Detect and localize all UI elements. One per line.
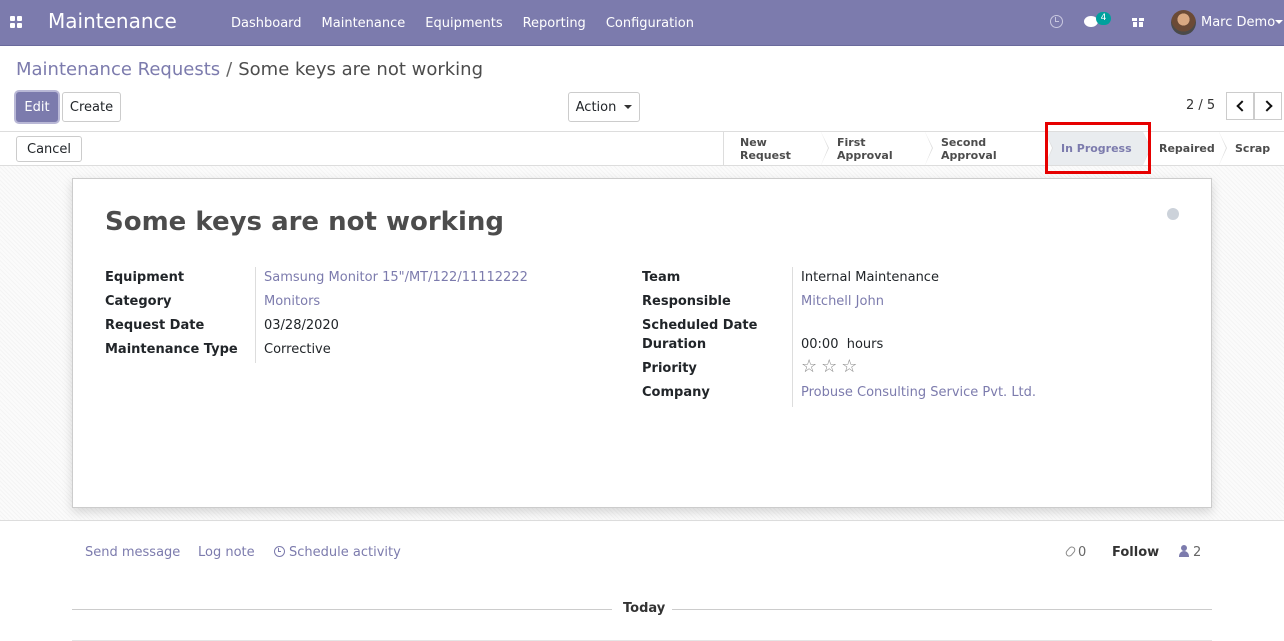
attachments-button[interactable]: 0: [1064, 545, 1087, 560]
form-sheet: Some keys are not working Equipment Sams…: [72, 178, 1212, 508]
field-label: Scheduled Date: [642, 318, 758, 333]
priority-stars: ☆ ☆ ☆: [801, 358, 857, 376]
schedule-activity-button[interactable]: Schedule activity: [274, 545, 401, 560]
stage-scrap[interactable]: Scrap: [1219, 132, 1284, 165]
maintenance-type-value: Corrective: [264, 342, 331, 357]
breadcrumb-separator: /: [226, 59, 233, 80]
user-icon: [1179, 545, 1189, 557]
field-label: Request Date: [105, 318, 205, 333]
pager-next-button[interactable]: [1254, 92, 1282, 120]
field-scheduled-date: Scheduled Date: [642, 315, 1182, 334]
record-title: Some keys are not working: [105, 207, 505, 237]
stage-new-request[interactable]: New Request: [724, 132, 829, 165]
send-message-button[interactable]: Send message: [85, 545, 180, 560]
field-team: Team Internal Maintenance: [642, 267, 1182, 291]
menu-item-configuration[interactable]: Configuration: [596, 16, 704, 31]
chevron-left-icon: [1235, 100, 1248, 112]
activity-clock-icon[interactable]: [1050, 15, 1063, 28]
responsible-link[interactable]: Mitchell John: [801, 294, 884, 309]
duration-unit: hours: [846, 337, 884, 352]
field-label: Company: [642, 385, 710, 400]
clock-icon: [274, 546, 285, 557]
field-label: Maintenance Type: [105, 342, 238, 357]
field-label: Equipment: [105, 270, 185, 285]
attachments-count: 0: [1078, 545, 1087, 560]
stage-first-approval[interactable]: First Approval: [821, 132, 933, 165]
create-button[interactable]: Create: [62, 92, 121, 122]
apps-menu-icon[interactable]: [10, 16, 23, 29]
field-label: Priority: [642, 361, 697, 376]
messages-count-badge: 4: [1096, 12, 1111, 25]
star-icon[interactable]: ☆: [841, 358, 857, 376]
breadcrumb-parent-link[interactable]: Maintenance Requests: [16, 59, 220, 80]
field-duration: Duration 00:00 hours: [642, 334, 1182, 358]
field-priority: Priority ☆ ☆ ☆: [642, 358, 1182, 382]
schedule-activity-label: Schedule activity: [289, 545, 401, 560]
star-icon[interactable]: ☆: [801, 358, 817, 376]
field-label: Responsible: [642, 294, 731, 309]
caret-down-icon: [624, 105, 633, 109]
request-date-value: 03/28/2020: [264, 318, 339, 333]
top-navbar: Maintenance Dashboard Maintenance Equipm…: [0, 0, 1284, 46]
team-value: Internal Maintenance: [801, 270, 939, 285]
log-note-button[interactable]: Log note: [198, 545, 255, 560]
equipment-link[interactable]: Samsung Monitor 15"/MT/122/11112222: [264, 270, 528, 285]
user-avatar[interactable]: [1171, 10, 1196, 35]
field-maintenance-type: Maintenance Type Corrective: [105, 339, 605, 363]
user-name[interactable]: Marc Demo: [1201, 15, 1275, 30]
stage-pipeline: New Request First Approval Second Approv…: [723, 132, 1284, 165]
main-menu: Dashboard Maintenance Equipments Reporti…: [221, 0, 704, 46]
field-category: Category Monitors: [105, 291, 605, 315]
stage-repaired[interactable]: Repaired: [1143, 132, 1227, 165]
breadcrumb: Maintenance Requests / Some keys are not w…: [16, 59, 483, 80]
action-dropdown-button[interactable]: Action: [568, 92, 640, 122]
field-responsible: Responsible Mitchell John: [642, 291, 1182, 315]
field-request-date: Request Date 03/28/2020: [105, 315, 605, 339]
stage-second-approval[interactable]: Second Approval: [925, 132, 1053, 165]
user-menu-caret-icon[interactable]: [1275, 20, 1283, 24]
menu-item-dashboard[interactable]: Dashboard: [221, 16, 312, 31]
gift-icon[interactable]: [1132, 15, 1144, 27]
menu-item-equipments[interactable]: Equipments: [415, 16, 512, 31]
menu-item-reporting[interactable]: Reporting: [513, 16, 596, 31]
pager-previous-button[interactable]: [1226, 92, 1254, 120]
active-stage-highlight: [1045, 122, 1151, 174]
field-equipment: Equipment Samsung Monitor 15"/MT/122/111…: [105, 267, 605, 291]
followers-count: 2: [1193, 545, 1202, 560]
action-label: Action: [575, 99, 617, 115]
follow-button[interactable]: Follow: [1112, 545, 1159, 560]
kanban-state-indicator[interactable]: [1167, 208, 1179, 220]
cancel-button[interactable]: Cancel: [16, 136, 83, 162]
breadcrumb-current: Some keys are not working: [238, 59, 484, 80]
field-company: Company Probuse Consulting Service Pvt. …: [642, 382, 1182, 406]
right-field-group: Team Internal Maintenance Responsible Mi…: [642, 267, 1182, 407]
chevron-right-icon: [1260, 100, 1273, 112]
pager-value[interactable]: 2 / 5: [1186, 98, 1215, 113]
today-divider-right: [672, 609, 1212, 610]
field-label: Category: [105, 294, 172, 309]
app-title[interactable]: Maintenance: [48, 9, 177, 33]
paperclip-icon: [1064, 545, 1077, 558]
menu-item-maintenance[interactable]: Maintenance: [312, 16, 416, 31]
today-divider-left: [72, 609, 612, 610]
left-field-group: Equipment Samsung Monitor 15"/MT/122/111…: [105, 267, 605, 363]
edit-button[interactable]: Edit: [16, 92, 58, 122]
category-link[interactable]: Monitors: [264, 294, 320, 309]
duration-hours: 00:00: [801, 337, 839, 352]
followers-button[interactable]: 2: [1179, 545, 1201, 560]
star-icon[interactable]: ☆: [821, 358, 837, 376]
duration-value: 00:00 hours: [801, 337, 883, 352]
today-label: Today: [623, 601, 666, 616]
field-label: Team: [642, 270, 681, 285]
field-label: Duration: [642, 337, 707, 352]
company-link[interactable]: Probuse Consulting Service Pvt. Ltd.: [801, 385, 1036, 400]
